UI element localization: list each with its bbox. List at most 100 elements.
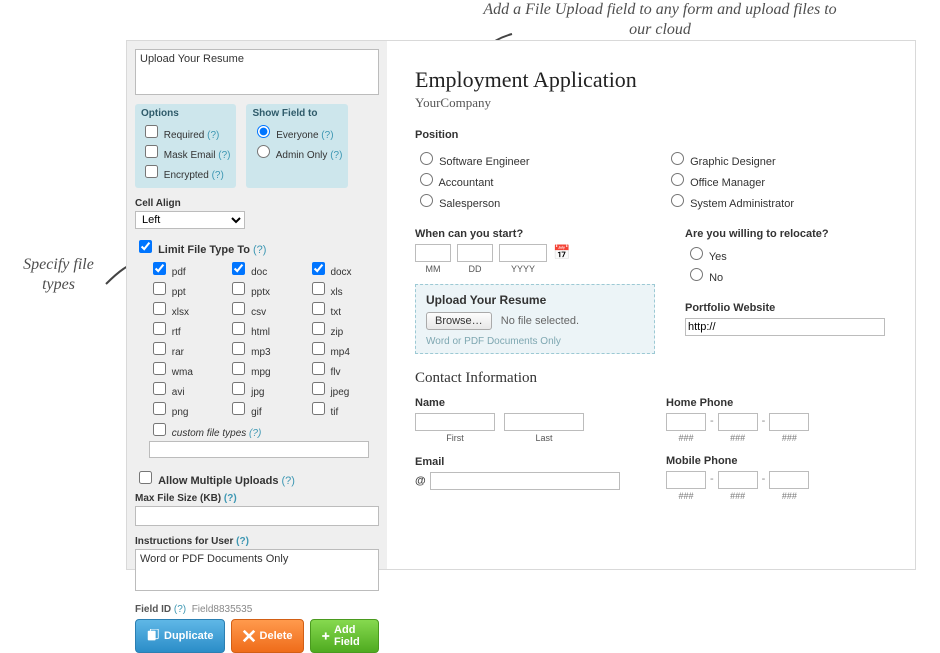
filetype-docx-checkbox[interactable]: [312, 262, 325, 275]
filetype-xls-label: xls: [330, 287, 342, 298]
start-year-input[interactable]: [499, 244, 547, 262]
position-radio[interactable]: [671, 152, 684, 165]
help-icon[interactable]: (?): [236, 536, 249, 547]
custom-file-types-checkbox[interactable]: [153, 423, 166, 436]
help-icon[interactable]: (?): [212, 170, 224, 181]
field-title-input[interactable]: [135, 49, 379, 95]
mobile-phone-3[interactable]: [769, 471, 809, 489]
filetype-jpeg-checkbox[interactable]: [312, 382, 325, 395]
filetype-xls-checkbox[interactable]: [312, 282, 325, 295]
filetype-txt-checkbox[interactable]: [312, 302, 325, 315]
relocate-no-radio[interactable]: [690, 268, 703, 281]
home-phone-3[interactable]: [769, 413, 809, 431]
mask-email-checkbox[interactable]: [145, 145, 158, 158]
admin-only-radio[interactable]: [257, 145, 270, 158]
encrypted-label: Encrypted: [164, 170, 209, 181]
filetype-ppt-label: ppt: [172, 287, 186, 298]
help-icon[interactable]: (?): [249, 428, 261, 439]
home-phone-2[interactable]: [718, 413, 758, 431]
mobile-phone-1[interactable]: [666, 471, 706, 489]
encrypted-checkbox[interactable]: [145, 165, 158, 178]
allow-multiple-checkbox[interactable]: [139, 471, 152, 484]
no-file-label: No file selected.: [501, 315, 579, 327]
limit-file-type-label: Limit File Type To: [158, 244, 250, 256]
position-radio[interactable]: [671, 194, 684, 207]
filetype-flv-label: flv: [330, 367, 340, 378]
upload-hint: Word or PDF Documents Only: [426, 336, 644, 347]
filetype-html-label: html: [251, 327, 270, 338]
filetype-txt-label: txt: [330, 307, 341, 318]
filetype-jpg-checkbox[interactable]: [232, 382, 245, 395]
filetype-csv-checkbox[interactable]: [232, 302, 245, 315]
everyone-label: Everyone: [276, 130, 318, 141]
position-radio[interactable]: [420, 173, 433, 186]
filetype-avi-checkbox[interactable]: [153, 382, 166, 395]
mobile-phone-2[interactable]: [718, 471, 758, 489]
portfolio-input[interactable]: [685, 318, 885, 336]
filetype-rar-checkbox[interactable]: [153, 342, 166, 355]
company-name: YourCompany: [415, 95, 887, 111]
add-field-button[interactable]: Add Field: [310, 619, 379, 653]
filetype-zip-label: zip: [330, 327, 343, 338]
help-icon[interactable]: (?): [253, 244, 266, 256]
calendar-icon[interactable]: 📅: [553, 244, 570, 261]
last-name-input[interactable]: [504, 413, 584, 431]
home-phone-1[interactable]: [666, 413, 706, 431]
annotation-top: Add a File Upload field to any form and …: [480, 0, 840, 40]
filetype-pptx-label: pptx: [251, 287, 270, 298]
first-name-input[interactable]: [415, 413, 495, 431]
filetype-doc-checkbox[interactable]: [232, 262, 245, 275]
required-checkbox[interactable]: [145, 125, 158, 138]
instructions-input[interactable]: [135, 549, 379, 591]
admin-only-label: Admin Only: [276, 150, 328, 161]
start-day-input[interactable]: [457, 244, 493, 262]
filetype-tif-checkbox[interactable]: [312, 402, 325, 415]
help-icon[interactable]: (?): [330, 150, 342, 161]
filetype-jpg-label: jpg: [251, 387, 264, 398]
position-radio[interactable]: [420, 194, 433, 207]
help-icon[interactable]: (?): [321, 130, 333, 141]
limit-file-type-checkbox[interactable]: [139, 240, 152, 253]
help-icon[interactable]: (?): [174, 604, 186, 615]
help-icon[interactable]: (?): [218, 150, 230, 161]
filetype-gif-label: gif: [251, 407, 262, 418]
filetype-xlsx-checkbox[interactable]: [153, 302, 166, 315]
browse-button[interactable]: Browse…: [426, 312, 492, 330]
filetype-flv-checkbox[interactable]: [312, 362, 325, 375]
mm-label: MM: [415, 264, 451, 274]
max-file-size-label: Max File Size (KB) (?): [135, 493, 379, 504]
filetype-wma-checkbox[interactable]: [153, 362, 166, 375]
cell-align-select[interactable]: Left: [135, 211, 245, 229]
filetype-zip-checkbox[interactable]: [312, 322, 325, 335]
filetype-mp4-checkbox[interactable]: [312, 342, 325, 355]
filetype-mpg-checkbox[interactable]: [232, 362, 245, 375]
filetype-ppt-checkbox[interactable]: [153, 282, 166, 295]
filetype-docx-label: docx: [330, 267, 351, 278]
position-radio[interactable]: [420, 152, 433, 165]
plus-icon: [321, 629, 330, 643]
email-input[interactable]: [430, 472, 620, 490]
filetype-png-checkbox[interactable]: [153, 402, 166, 415]
filetype-mp3-checkbox[interactable]: [232, 342, 245, 355]
filetype-html-checkbox[interactable]: [232, 322, 245, 335]
position-right-col: Graphic Designer Office Manager System A…: [666, 147, 887, 212]
filetype-pdf-checkbox[interactable]: [153, 262, 166, 275]
everyone-radio[interactable]: [257, 125, 270, 138]
options-heading: Options: [141, 108, 230, 119]
help-icon[interactable]: (?): [224, 493, 237, 504]
mask-email-label: Mask Email: [164, 150, 216, 161]
filetype-rtf-checkbox[interactable]: [153, 322, 166, 335]
filetype-gif-checkbox[interactable]: [232, 402, 245, 415]
field-id-row: Field ID (?) Field8835535: [135, 604, 379, 615]
delete-button[interactable]: Delete: [231, 619, 304, 653]
help-icon[interactable]: (?): [282, 475, 295, 487]
help-icon[interactable]: (?): [207, 130, 219, 141]
position-radio[interactable]: [671, 173, 684, 186]
max-file-size-input[interactable]: [135, 506, 379, 526]
start-month-input[interactable]: [415, 244, 451, 262]
duplicate-button[interactable]: Duplicate: [135, 619, 225, 653]
filetype-pptx-checkbox[interactable]: [232, 282, 245, 295]
relocate-yes-radio[interactable]: [690, 247, 703, 260]
custom-file-types-input[interactable]: [149, 441, 369, 458]
cell-align-label: Cell Align: [135, 198, 379, 209]
